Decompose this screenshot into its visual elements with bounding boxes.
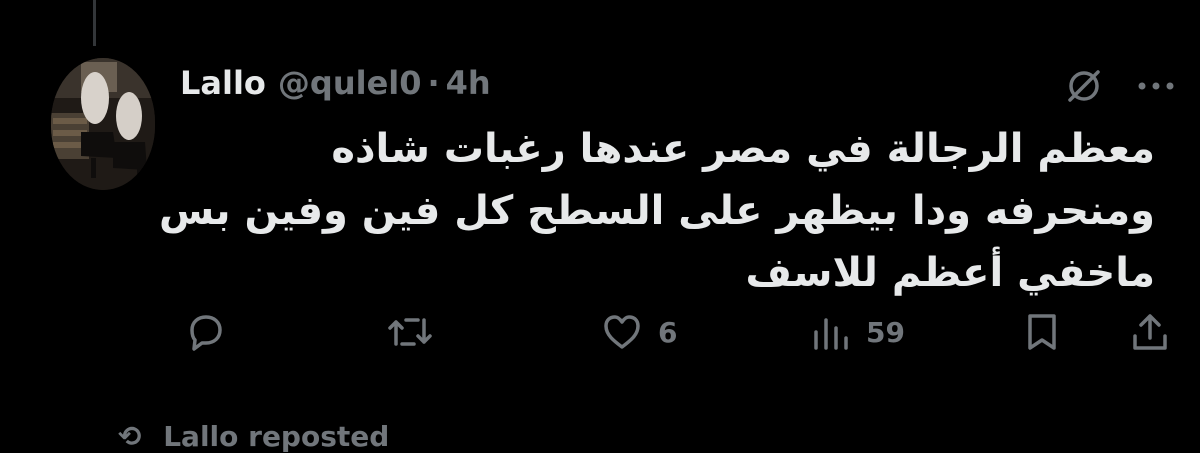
like-button[interactable]: 6 xyxy=(600,310,677,354)
more-icon[interactable] xyxy=(1134,66,1178,106)
reply-button[interactable] xyxy=(184,310,228,354)
repost-indicator-icon: ⟲ xyxy=(118,420,142,453)
avatar[interactable] xyxy=(51,58,155,190)
views-button[interactable]: 59 xyxy=(808,310,905,354)
bookmark-icon xyxy=(1020,310,1064,354)
display-name[interactable]: Lallo xyxy=(180,60,266,106)
tweet-text: معظم الرجالة في مصر عندها رغبات شاذه ومن… xyxy=(159,126,1155,296)
thread-connector-line xyxy=(93,0,96,46)
repost-indicator-label: Lallo reposted xyxy=(163,420,390,453)
separator-dot: · xyxy=(427,64,440,102)
like-icon xyxy=(600,310,644,354)
bookmark-button[interactable] xyxy=(1020,310,1064,354)
repost-button[interactable] xyxy=(386,310,434,354)
tweet-header: Lallo @qulel0 · 4h xyxy=(180,60,491,106)
repost-icon xyxy=(386,310,434,354)
timestamp[interactable]: 4h xyxy=(446,60,491,106)
reply-icon xyxy=(184,310,228,354)
like-count: 6 xyxy=(658,315,678,349)
grok-icon[interactable] xyxy=(1064,66,1104,106)
tweet-actions-bar: 6 59 xyxy=(0,302,1200,362)
avatar-image xyxy=(51,58,155,190)
view-count: 59 xyxy=(866,315,905,349)
user-handle[interactable]: @qulel0 xyxy=(278,60,422,106)
header-actions xyxy=(1064,66,1178,106)
next-item-repost-indicator: ⟲ Lallo reposted xyxy=(118,420,389,453)
views-icon xyxy=(808,310,852,354)
share-button[interactable] xyxy=(1128,310,1172,354)
share-icon xyxy=(1128,310,1172,354)
